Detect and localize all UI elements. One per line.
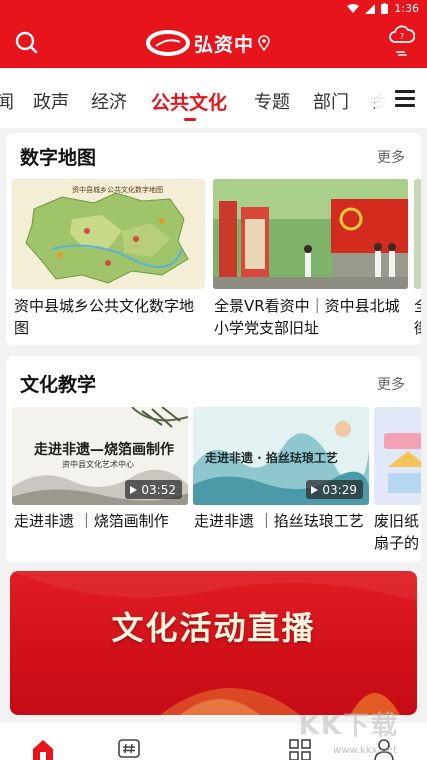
watermark-url: www.kkx.net xyxy=(333,745,397,756)
video-duration-badge: 03:52 xyxy=(125,480,182,499)
peek-caption[interactable]: 全街 xyxy=(414,295,421,339)
search-button[interactable] xyxy=(14,30,40,56)
digital-map-section: 数字地图 更多 资中县城乡公共文化数字地图 资中县城乡公共文化数字地图 全景VR… xyxy=(6,133,421,345)
search-icon xyxy=(15,31,38,54)
nav-topics[interactable] xyxy=(117,737,141,760)
tab-politics[interactable]: 政声 xyxy=(33,88,69,114)
location-pin-icon xyxy=(258,35,270,51)
play-icon xyxy=(311,485,319,494)
tab-economy[interactable]: 经济 xyxy=(91,88,127,114)
section-title: 数字地图 xyxy=(20,147,97,169)
video-thumbnail[interactable]: 走进非遗 · 掐丝珐琅工艺 03:29 xyxy=(193,407,369,505)
video-thumbnail[interactable]: 走进非遗—烧箔画制作 资中县文化艺术中心 03:52 xyxy=(12,407,188,505)
video-thumbnail[interactable] xyxy=(374,407,421,505)
video-caption[interactable]: 废旧纸扇子的 xyxy=(374,510,421,554)
tab-news[interactable]: 闻 xyxy=(0,88,14,114)
channel-menu-button[interactable] xyxy=(375,68,427,128)
banner-title: 文化活动直播 xyxy=(111,609,316,647)
map-thumbnail[interactable]: 资中县城乡公共文化数字地图 xyxy=(12,179,205,289)
vr-scene-image xyxy=(213,179,408,289)
wifi-icon xyxy=(347,3,360,13)
video-caption[interactable]: 走进非遗 ｜烧箔画制作 xyxy=(14,510,190,554)
cloud-weather-icon: ? xyxy=(389,25,416,43)
category-tabs: 闻 政声 经济 公共文化 专题 部门 乡 xyxy=(0,68,427,128)
more-link[interactable]: 更多 xyxy=(377,147,405,167)
tab-public-culture[interactable]: 公共文化 xyxy=(151,88,227,115)
logo-text: 弘资中 xyxy=(194,33,255,56)
menu-icon xyxy=(395,90,415,93)
wind-icon xyxy=(396,51,407,56)
vr-caption[interactable]: 全景VR看资中｜资中县北城小学党支部旧址 xyxy=(214,295,410,339)
battery-icon xyxy=(381,3,389,14)
active-tab-indicator xyxy=(184,118,196,121)
video-duration: 03:52 xyxy=(141,482,176,497)
app-header: 弘资中 ? xyxy=(0,18,427,68)
video-duration-badge: 03:29 xyxy=(306,480,363,499)
weather-button[interactable]: ? xyxy=(387,24,417,64)
map-caption[interactable]: 资中县城乡公共文化数字地图 xyxy=(14,295,206,339)
peek-thumbnail[interactable] xyxy=(414,179,421,289)
home-icon xyxy=(33,740,53,760)
tab-topics[interactable]: 专题 xyxy=(254,88,290,114)
vr-thumbnail[interactable] xyxy=(213,179,408,289)
culture-teaching-section: 文化教学 更多 走进非遗—烧箔画制作 资中县文化艺术中心 03:52 走进非遗 … xyxy=(6,356,421,562)
watermark-text: KK下载 xyxy=(298,711,399,741)
county-map-image xyxy=(12,179,205,289)
signal-icon xyxy=(365,3,376,14)
section-title: 文化教学 xyxy=(20,374,97,396)
tab-departments[interactable]: 部门 xyxy=(313,88,349,114)
status-time: 1:36 xyxy=(394,2,419,15)
video-thumb-title: 走进非遗—烧箔画制作 xyxy=(34,442,174,458)
video-caption[interactable]: 走进非遗 ｜掐丝珐琅工艺 xyxy=(194,510,370,554)
paper-fan-image xyxy=(374,407,421,505)
nav-home[interactable] xyxy=(31,737,55,760)
status-bar: 1:36 xyxy=(0,0,427,18)
logo-emblem-icon xyxy=(146,30,190,56)
culture-live-banner[interactable]: 文化活动直播 xyxy=(10,571,417,715)
video-thumb-subtitle: 资中县文化艺术中心 xyxy=(62,460,134,469)
more-link[interactable]: 更多 xyxy=(377,374,405,394)
svg-text:?: ? xyxy=(400,32,404,41)
play-icon xyxy=(130,485,138,494)
map-thumb-title: 资中县城乡公共文化数字地图 xyxy=(72,186,163,194)
video-duration: 03:29 xyxy=(322,482,357,497)
video-thumb-title: 走进非遗 · 掐丝珐琅工艺 xyxy=(205,451,338,465)
app-logo: 弘资中 xyxy=(146,26,270,60)
hashtag-chat-icon xyxy=(118,739,140,758)
